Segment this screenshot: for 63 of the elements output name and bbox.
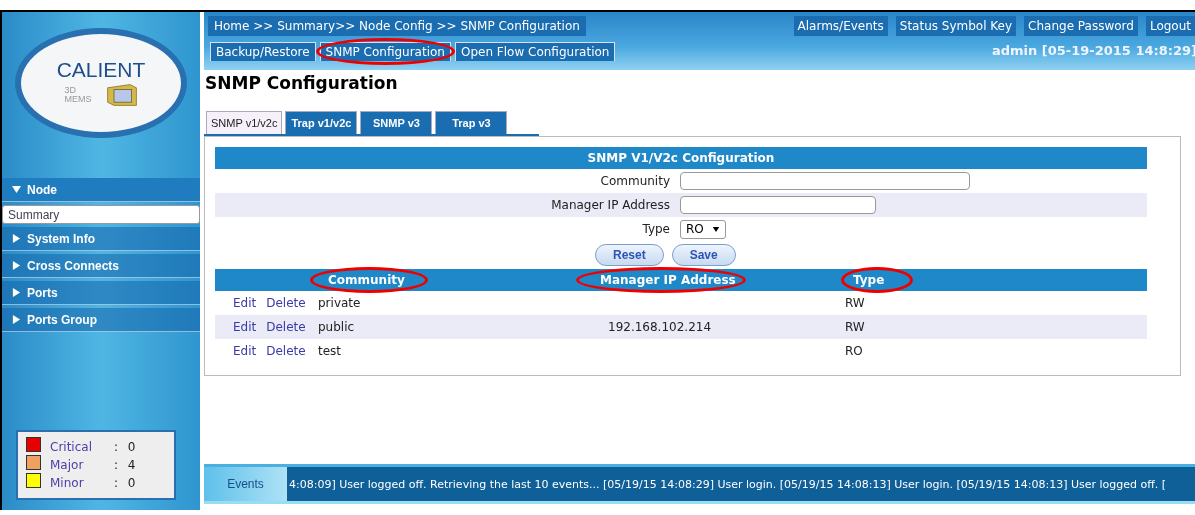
caret-right-icon — [12, 234, 21, 243]
caret-down-icon — [12, 185, 21, 194]
column-header: Manager IP Address — [600, 273, 736, 287]
nav-item[interactable]: Ports Group — [2, 308, 200, 332]
input-field[interactable] — [680, 172, 970, 190]
user-status: admin [05-19-2015 14:8:29] — [991, 43, 1195, 60]
logo-subtext: MEMS — [64, 95, 92, 104]
caret-right-icon — [12, 261, 21, 270]
subnav-tab[interactable]: Backup/Restore — [210, 42, 316, 61]
tab[interactable]: SNMP v1/v2c — [206, 111, 283, 134]
row-action-link[interactable]: Delete — [266, 344, 306, 358]
nav-item[interactable]: Cross Connects — [2, 254, 200, 278]
row-action-link[interactable]: Delete — [266, 320, 306, 334]
logo-subtext: 3D — [64, 86, 77, 95]
events-label: Events — [204, 467, 287, 501]
severity-count: : 4 — [114, 458, 136, 472]
type-dropdown[interactable]: RO — [680, 219, 726, 239]
row-action-link[interactable]: Edit — [233, 296, 257, 310]
input-field[interactable] — [680, 196, 876, 214]
table-cell-text: RO — [845, 344, 864, 358]
severity-count: : 0 — [114, 476, 136, 490]
severity-count: : 0 — [114, 440, 136, 454]
events-ticker: 4:08:09] User logged off. Retrieving the last 10 events... [05/19/15 14:08:29] User login. [05/19/15 14:08:13] User login. [05/19/15 14:08:13] User logged off. [ — [288, 476, 1167, 493]
row-action-link[interactable]: Edit — [233, 320, 257, 334]
field-label: Type — [641, 222, 671, 236]
table-cell-text: RW — [845, 296, 866, 310]
form-button[interactable]: Save — [671, 244, 736, 266]
header-link[interactable]: Change Password — [1024, 16, 1138, 36]
row-action-link[interactable]: Edit — [233, 344, 257, 358]
table-cell-text: private — [318, 296, 362, 310]
header-link[interactable]: Alarms/Events — [793, 16, 888, 36]
header-link[interactable]: Status Symbol Key — [895, 16, 1017, 36]
caret-right-icon — [12, 315, 21, 324]
column-header: Community — [328, 273, 405, 287]
chip-icon — [105, 82, 138, 108]
tab[interactable]: Trap v3 — [435, 111, 508, 134]
table-cell: 192.168.102.214 — [608, 320, 712, 334]
column-header: Type — [853, 273, 885, 287]
form-button[interactable]: Reset — [595, 244, 664, 266]
nav-subitem[interactable]: Summary — [2, 205, 200, 224]
field-label: Community — [599, 174, 671, 188]
table-cell-text: RW — [845, 320, 866, 334]
page-title: SNMP Configuration — [205, 73, 399, 93]
caret-right-icon — [12, 288, 21, 297]
logo-text: CALIENT — [56, 58, 146, 82]
form-title: SNMP V1/V2c Configuration — [215, 147, 1147, 169]
nav-item[interactable]: Ports — [2, 281, 200, 305]
row-action-link[interactable]: Delete — [266, 296, 306, 310]
table-cell-text: test — [318, 344, 343, 358]
severity-label[interactable]: Critical — [50, 440, 114, 454]
header-link[interactable]: Logout — [1145, 16, 1195, 36]
table-cell-text: public — [318, 320, 356, 334]
field-label: Manager IP Address — [550, 198, 671, 212]
tab[interactable]: SNMP v3 — [360, 111, 433, 134]
dropdown-arrow-icon — [711, 225, 720, 233]
nav-item[interactable]: Node — [2, 178, 200, 202]
severity-label[interactable]: Minor — [50, 476, 114, 490]
severity-label[interactable]: Major — [50, 458, 114, 472]
tab[interactable]: Trap v1/v2c — [285, 111, 358, 134]
subnav-tab[interactable]: Open Flow Configuration — [454, 42, 616, 61]
breadcrumb: Home >> Summary>> Node Config >> SNMP Configuration — [208, 16, 586, 36]
nav-item[interactable]: System Info — [2, 227, 200, 251]
subnav-tab[interactable]: SNMP Configuration — [319, 42, 451, 61]
